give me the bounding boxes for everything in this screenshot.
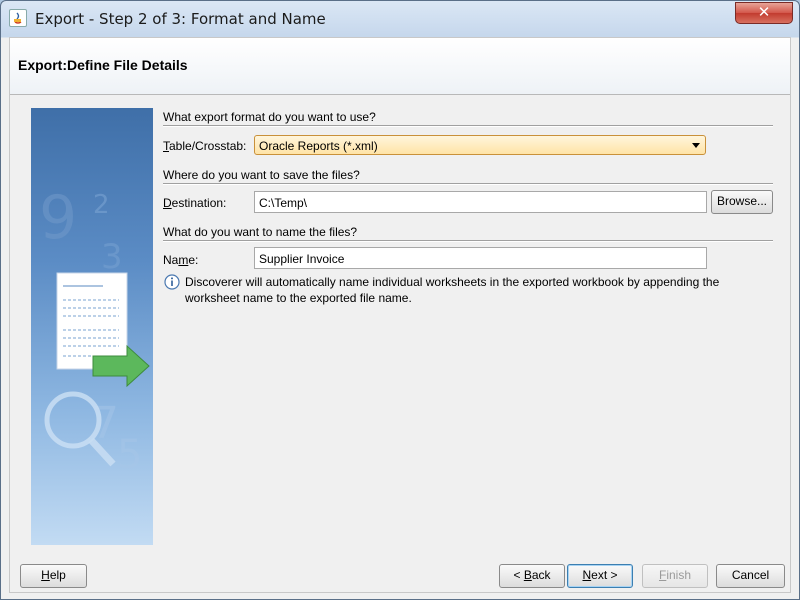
- title-bar: Export - Step 2 of 3: Format and Name ✕: [1, 1, 799, 37]
- name-section-label: What do you want to name the files?: [163, 225, 358, 239]
- name-label: Name:: [163, 253, 198, 267]
- info-line-2: worksheet name to the exported file name…: [185, 291, 412, 305]
- svg-text:2: 2: [93, 190, 110, 220]
- destination-mnemonic: D: [163, 196, 172, 210]
- browse-button[interactable]: Browse...: [711, 190, 773, 214]
- svg-text:9: 9: [39, 183, 77, 253]
- back-button[interactable]: < Back: [499, 564, 565, 588]
- destination-label-text: estination:: [171, 196, 227, 210]
- window-title: Export - Step 2 of 3: Format and Name: [35, 10, 326, 28]
- name-label-pre: Na: [163, 253, 179, 267]
- name-mnemonic: m: [178, 253, 189, 267]
- page-title: Export:Define File Details: [18, 57, 188, 73]
- name-label-post: e:: [188, 253, 199, 267]
- java-app-icon[interactable]: [9, 9, 27, 27]
- export-format-value: Oracle Reports (*.xml): [259, 139, 378, 153]
- info-line-1: Discoverer will automatically name indiv…: [185, 275, 720, 289]
- dropdown-arrow-icon[interactable]: [692, 143, 700, 148]
- svg-text:3: 3: [101, 237, 123, 277]
- dialog-content: Export:Define File Details 9 2 3 7 5 Wha…: [9, 37, 791, 593]
- file-name-value: Supplier Invoice: [259, 252, 345, 266]
- cancel-button[interactable]: Cancel: [716, 564, 785, 588]
- file-name-input[interactable]: Supplier Invoice: [254, 247, 707, 269]
- back-label: ack: [531, 568, 551, 582]
- destination-value: C:\Temp\: [259, 196, 308, 210]
- help-mnemonic: H: [41, 568, 50, 582]
- header-strip: Export:Define File Details: [10, 38, 790, 95]
- info-message: Discoverer will automatically name indiv…: [185, 274, 765, 306]
- wizard-side-image: 9 2 3 7 5: [31, 108, 153, 545]
- table-crosstab-label-text: able/Crosstab:: [169, 139, 247, 153]
- destination-section-divider: [163, 183, 773, 185]
- format-section-label: What export format do you want to use?: [163, 110, 376, 124]
- table-crosstab-label: Table/Crosstab:: [163, 139, 246, 153]
- name-section-divider: [163, 240, 773, 242]
- info-icon: [164, 274, 180, 290]
- finish-button[interactable]: Finish: [642, 564, 708, 588]
- export-dialog: Export - Step 2 of 3: Format and Name ✕ …: [0, 0, 800, 600]
- help-button[interactable]: Help: [20, 564, 87, 588]
- back-mnemonic: B: [523, 568, 532, 582]
- destination-section-label: Where do you want to save the files?: [163, 168, 360, 182]
- destination-input[interactable]: C:\Temp\: [254, 191, 707, 213]
- next-button[interactable]: Next >: [567, 564, 633, 588]
- format-section-divider: [163, 125, 773, 127]
- next-mnemonic: N: [582, 568, 592, 582]
- export-format-dropdown[interactable]: Oracle Reports (*.xml): [254, 135, 706, 155]
- destination-label: Destination:: [163, 196, 226, 210]
- finish-label: inish: [666, 568, 692, 582]
- help-label: elp: [49, 568, 66, 582]
- next-label: ext >: [591, 568, 618, 582]
- close-button[interactable]: ✕: [735, 2, 793, 24]
- back-prefix: <: [513, 568, 524, 582]
- svg-text:5: 5: [117, 432, 142, 478]
